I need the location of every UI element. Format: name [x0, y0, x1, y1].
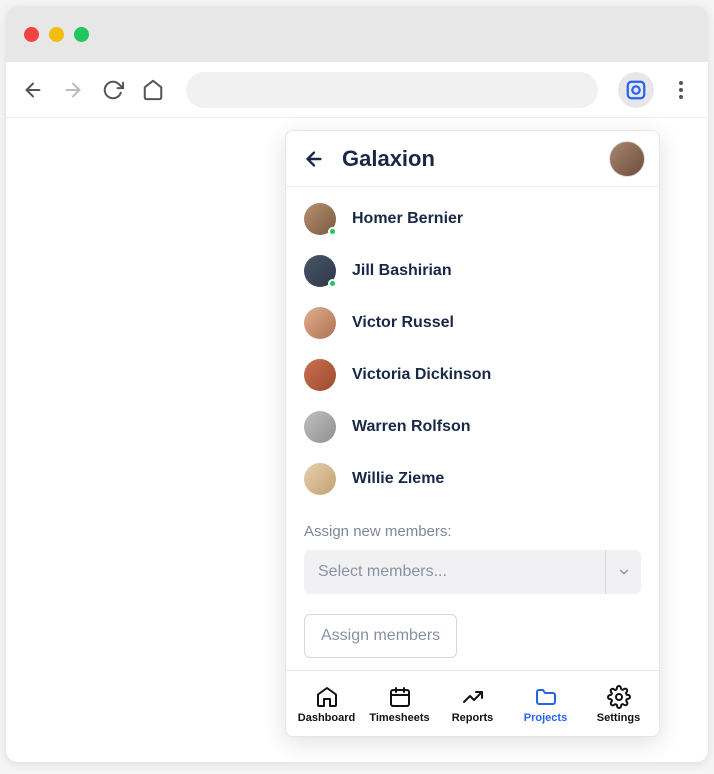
assign-button-label: Assign members	[321, 627, 440, 645]
nav-item-settings[interactable]: Settings	[582, 684, 655, 724]
member-avatar	[304, 359, 336, 391]
calendar-icon	[387, 684, 413, 710]
trend-icon	[460, 684, 486, 710]
member-row[interactable]: Victor Russel	[286, 297, 659, 349]
member-row[interactable]: Victoria Dickinson	[286, 349, 659, 401]
reload-icon[interactable]	[100, 77, 126, 103]
browser-window: Galaxion Homer Bernier Jill Bashirian Vict…	[6, 6, 708, 762]
member-name: Victor Russel	[352, 314, 454, 332]
panel-title: Galaxion	[342, 146, 435, 172]
bottom-nav: Dashboard Timesheets Reports Projects Settin…	[286, 670, 659, 736]
online-status-dot	[328, 227, 337, 236]
nav-item-dashboard[interactable]: Dashboard	[290, 684, 363, 724]
extension-panel: Galaxion Homer Bernier Jill Bashirian Vict…	[285, 130, 660, 737]
nav-item-reports[interactable]: Reports	[436, 684, 509, 724]
nav-item-label: Reports	[452, 712, 494, 724]
nav-item-label: Settings	[597, 712, 640, 724]
member-row[interactable]: Willie Zieme	[286, 453, 659, 505]
member-list: Homer Bernier Jill Bashirian Victor Russel…	[286, 187, 659, 515]
assign-label: Assign new members:	[304, 523, 641, 540]
nav-item-projects[interactable]: Projects	[509, 684, 582, 724]
content-area: Galaxion Homer Bernier Jill Bashirian Vict…	[6, 118, 708, 762]
nav-item-timesheets[interactable]: Timesheets	[363, 684, 436, 724]
traffic-lights	[24, 27, 89, 42]
member-name: Jill Bashirian	[352, 262, 452, 280]
select-placeholder: Select members...	[318, 563, 605, 581]
assign-members-button[interactable]: Assign members	[304, 614, 457, 658]
member-name: Victoria Dickinson	[352, 366, 491, 384]
member-row[interactable]: Warren Rolfson	[286, 401, 659, 453]
close-window-button[interactable]	[24, 27, 39, 42]
back-icon[interactable]	[20, 77, 46, 103]
forward-icon[interactable]	[60, 77, 86, 103]
member-row[interactable]: Jill Bashirian	[286, 245, 659, 297]
assign-section: Assign new members: Select members... As…	[286, 515, 659, 658]
panel-back-button[interactable]	[300, 145, 328, 173]
titlebar	[6, 6, 708, 62]
browser-toolbar	[6, 62, 708, 118]
chevron-down-icon	[605, 550, 641, 594]
extension-button[interactable]	[618, 72, 654, 108]
maximize-window-button[interactable]	[74, 27, 89, 42]
member-avatar	[304, 307, 336, 339]
nav-item-label: Dashboard	[298, 712, 355, 724]
folder-icon	[533, 684, 559, 710]
member-avatar	[304, 203, 336, 235]
member-name: Warren Rolfson	[352, 418, 471, 436]
home-icon[interactable]	[140, 77, 166, 103]
nav-item-label: Projects	[524, 712, 567, 724]
member-name: Willie Zieme	[352, 470, 444, 488]
user-avatar[interactable]	[609, 141, 645, 177]
gear-icon	[606, 684, 632, 710]
panel-header: Galaxion	[286, 131, 659, 187]
more-menu-icon[interactable]	[668, 77, 694, 103]
member-row[interactable]: Homer Bernier	[286, 193, 659, 245]
member-avatar	[304, 463, 336, 495]
minimize-window-button[interactable]	[49, 27, 64, 42]
address-bar[interactable]	[186, 72, 598, 108]
member-avatar	[304, 255, 336, 287]
member-name: Homer Bernier	[352, 210, 463, 228]
member-select[interactable]: Select members...	[304, 550, 641, 594]
home-icon	[314, 684, 340, 710]
nav-item-label: Timesheets	[369, 712, 429, 724]
online-status-dot	[328, 279, 337, 288]
member-avatar	[304, 411, 336, 443]
